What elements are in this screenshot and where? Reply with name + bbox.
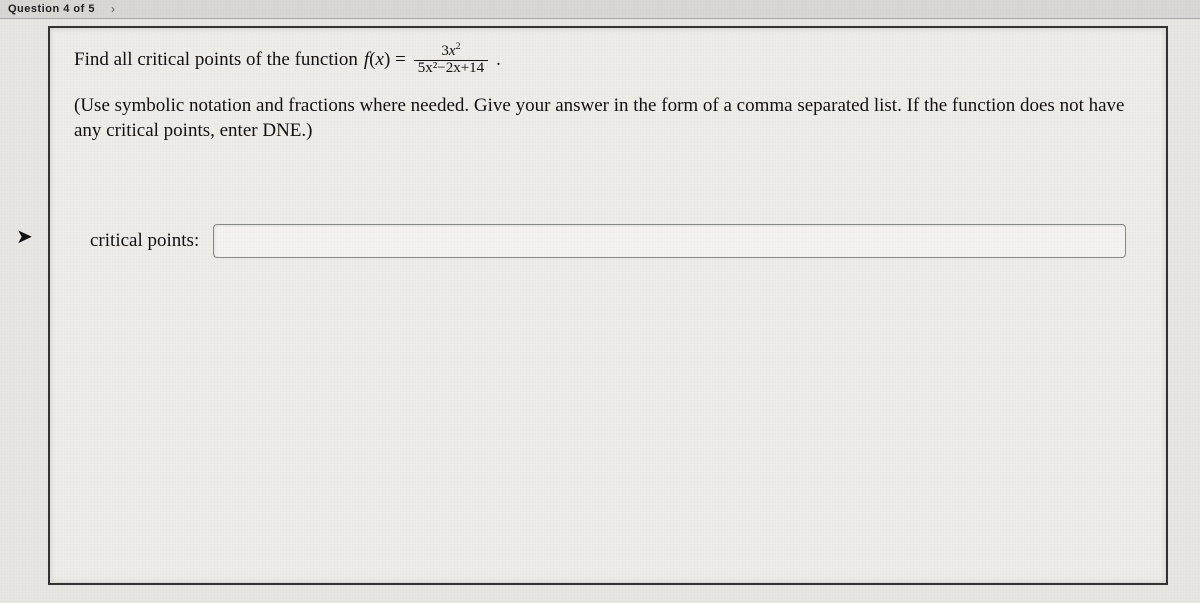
fraction-denominator: 5x²−2x+14 <box>414 60 488 77</box>
function-arg: x <box>376 49 384 70</box>
critical-points-input[interactable] <box>213 224 1126 258</box>
function-name: f <box>364 49 369 70</box>
question-indicator: Question 4 of 5 <box>8 3 95 15</box>
top-nav-bar: Question 4 of 5 › <box>0 0 1200 19</box>
cursor-pointer-icon: ➤ <box>16 224 33 249</box>
numerator-coeff: 3 <box>441 43 449 59</box>
prompt-line: Find all critical points of the function… <box>74 44 1142 77</box>
fraction: 3x2 5x²−2x+14 <box>414 44 488 77</box>
page-background: Question 4 of 5 › ➤ Find all critical po… <box>0 0 1200 603</box>
answer-label: critical points: <box>90 228 199 254</box>
next-question-chevron-icon[interactable]: › <box>111 2 115 16</box>
prompt-lead-text: Find all critical points of the function <box>74 47 358 73</box>
fraction-numerator: 3x2 <box>437 44 464 60</box>
function-expression: f(x) = <box>364 47 406 73</box>
prompt-period: . <box>496 47 501 73</box>
question-card: Find all critical points of the function… <box>48 26 1168 585</box>
question-content: Find all critical points of the function… <box>50 28 1166 258</box>
numerator-var: x <box>449 43 456 59</box>
instructions-text: (Use symbolic notation and fractions whe… <box>74 93 1142 144</box>
numerator-exponent: 2 <box>456 41 461 52</box>
answer-row: critical points: <box>74 224 1142 258</box>
equals-sign: = <box>395 49 406 70</box>
